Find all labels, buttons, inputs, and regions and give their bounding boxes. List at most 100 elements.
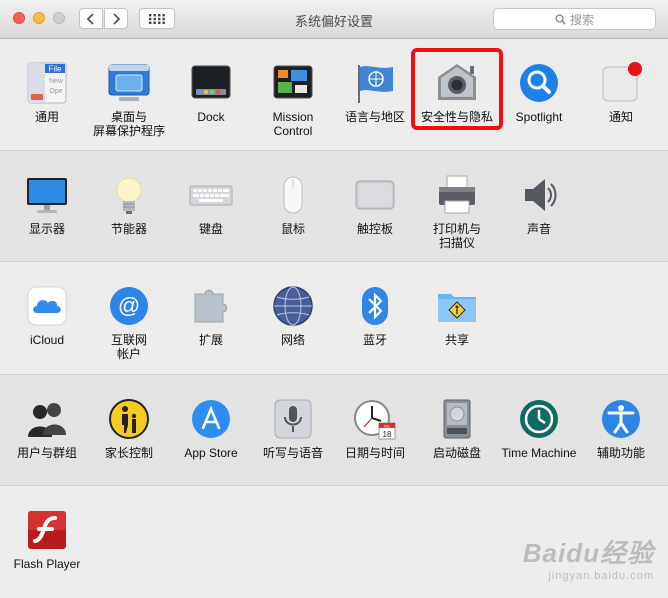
pane-label: 互联网 帐户 (110, 333, 147, 361)
pane-desktop-screensaver[interactable]: 桌面与 屏幕保护程序 (88, 61, 170, 138)
pane-label: Spotlight (515, 110, 563, 124)
printer-scanner-icon (435, 173, 479, 217)
keyboard-icon (189, 173, 233, 217)
pane-internet-accounts[interactable]: @ 互联网 帐户 (88, 284, 170, 361)
pane-label: 扩展 (198, 333, 223, 347)
general-icon: File New Ope (25, 61, 69, 105)
pane-mouse[interactable]: 鼠标 (252, 173, 334, 236)
flash-player-icon (25, 508, 69, 552)
highlight-box (411, 48, 503, 130)
dock-icon (189, 61, 233, 105)
pane-displays[interactable]: 显示器 (6, 173, 88, 236)
pane-parental-controls[interactable]: 家长控制 (88, 397, 170, 460)
pane-label: Mission Control (272, 110, 314, 138)
pane-label: 打印机与 扫描仪 (432, 222, 481, 250)
general-icon-new-text: New (49, 78, 64, 85)
pane-label: 通用 (34, 110, 59, 124)
svg-text:@: @ (118, 293, 140, 318)
general-icon-file-text: File (49, 65, 62, 74)
pane-dictation-speech[interactable]: 听写与语音 (252, 397, 334, 460)
pane-label: 听写与语音 (262, 446, 323, 460)
pane-label: 家长控制 (104, 446, 153, 460)
pane-label: Flash Player (13, 557, 81, 571)
pane-label: 共享 (444, 333, 469, 347)
pane-accessibility[interactable]: 辅助功能 (580, 397, 662, 460)
network-icon (271, 284, 315, 328)
pane-mission-control[interactable]: Mission Control (252, 61, 334, 138)
pane-label: 蓝牙 (362, 333, 387, 347)
pane-printer-scanner[interactable]: 打印机与 扫描仪 (416, 173, 498, 250)
language-region-icon (353, 61, 397, 105)
pane-label: 用户与群组 (16, 446, 77, 460)
pane-notifications[interactable]: 通知 (580, 61, 662, 124)
extensions-icon (189, 284, 233, 328)
trackpad-icon (353, 173, 397, 217)
time-machine-icon (517, 397, 561, 441)
search-placeholder: 搜索 (569, 12, 594, 27)
watermark-url: jingyan.baidu.com (548, 570, 654, 582)
pane-icloud[interactable]: iCloud (6, 284, 88, 347)
startup-disk-icon (435, 397, 479, 441)
pane-label: 启动磁盘 (432, 446, 481, 460)
pane-label: 触控板 (356, 222, 393, 236)
system-preferences-window: 系统偏好设置 搜索 File New Ope 通用 桌面与 屏幕保护程序 Doc… (0, 0, 668, 598)
pane-network[interactable]: 网络 (252, 284, 334, 347)
pane-sharing[interactable]: 共享 (416, 284, 498, 347)
pane-label: 显示器 (28, 222, 65, 236)
section-internet-wireless: iCloud @ 互联网 帐户 扩展 网络 蓝牙 共享 (0, 262, 668, 374)
internet-accounts-icon: @ (107, 284, 151, 328)
pane-flash-player[interactable]: Flash Player (6, 508, 88, 571)
sharing-icon (435, 284, 479, 328)
displays-icon (25, 173, 69, 217)
pane-spotlight[interactable]: Spotlight (498, 61, 580, 124)
pane-label: 辅助功能 (596, 446, 645, 460)
mouse-icon (271, 173, 315, 217)
title-bar: 系统偏好设置 搜索 (0, 0, 668, 39)
pane-label: 节能器 (110, 222, 147, 236)
pane-label: 网络 (280, 333, 305, 347)
notifications-icon (599, 61, 643, 105)
search-icon (555, 13, 566, 25)
pane-sound[interactable]: 声音 (498, 173, 580, 236)
mission-control-icon (271, 61, 315, 105)
pane-label: App Store (184, 446, 238, 460)
section-personal: File New Ope 通用 桌面与 屏幕保护程序 Dock Mission … (0, 39, 668, 150)
energy-saver-icon (107, 173, 151, 217)
pane-time-machine[interactable]: Time Machine (498, 397, 580, 460)
pane-keyboard[interactable]: 键盘 (170, 173, 252, 236)
pane-app-store[interactable]: App Store (170, 397, 252, 460)
accessibility-icon (599, 397, 643, 441)
pane-label: Dock (197, 110, 225, 124)
pane-label: 键盘 (198, 222, 223, 236)
pane-label: 鼠标 (280, 222, 305, 236)
watermark: Baidu经验 jingyan.baidu.com (523, 533, 654, 582)
pane-label: 桌面与 屏幕保护程序 (92, 110, 165, 138)
desktop-screensaver-icon (107, 61, 151, 105)
pane-label: 日期与时间 (344, 446, 405, 460)
pane-label: 通知 (608, 110, 633, 124)
dictation-speech-icon (271, 397, 315, 441)
pane-users-groups[interactable]: 用户与群组 (6, 397, 88, 460)
search-field[interactable]: 搜索 (493, 8, 656, 30)
spotlight-icon (517, 61, 561, 105)
pane-date-time[interactable]: JUL 18 日期与时间 (334, 397, 416, 460)
pane-startup-disk[interactable]: 启动磁盘 (416, 397, 498, 460)
pane-label: Time Machine (501, 446, 577, 460)
parental-controls-icon (107, 397, 151, 441)
pane-label: 语言与地区 (344, 110, 405, 124)
icloud-icon (25, 284, 69, 328)
pane-extensions[interactable]: 扩展 (170, 284, 252, 347)
pane-general[interactable]: File New Ope 通用 (6, 61, 88, 124)
bluetooth-icon (353, 284, 397, 328)
date-time-icon: JUL 18 (353, 397, 397, 441)
pane-language-region[interactable]: 语言与地区 (334, 61, 416, 124)
section-hardware: 显示器 节能器 键盘 鼠标 触控板 打印机与 扫描仪 声音 (0, 150, 668, 262)
calendar-day-text: 18 (383, 430, 392, 439)
pane-trackpad[interactable]: 触控板 (334, 173, 416, 236)
pane-bluetooth[interactable]: 蓝牙 (334, 284, 416, 347)
sound-icon (517, 173, 561, 217)
pane-label: iCloud (29, 333, 65, 347)
pane-energy-saver[interactable]: 节能器 (88, 173, 170, 236)
pane-dock[interactable]: Dock (170, 61, 252, 124)
pane-label: 声音 (526, 222, 551, 236)
